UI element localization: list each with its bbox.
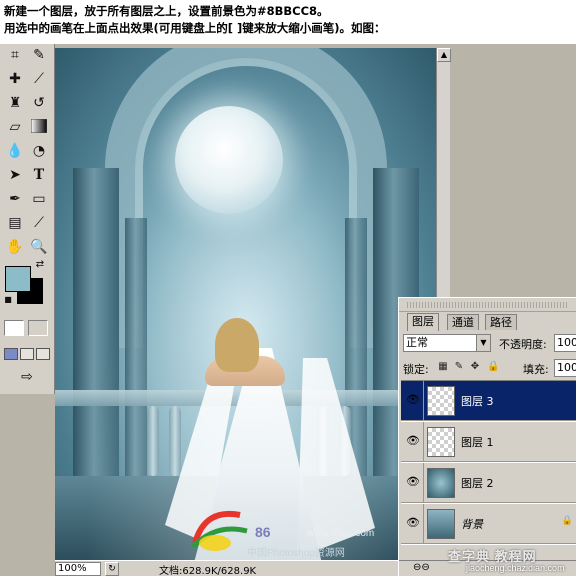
layer-thumbnail: [427, 427, 455, 457]
logo-subtitle: 中国Photoshop资源网: [247, 548, 345, 559]
panel-titlebar[interactable]: [399, 298, 576, 312]
tab-layers[interactable]: 图层: [407, 313, 439, 331]
screen-mode-standard-button[interactable]: [4, 348, 18, 360]
layer-list: 👁 图层 3 👁 图层 1 👁 图层 2 👁 背景 🔒: [401, 380, 576, 545]
layer-name: 图层 3: [461, 395, 494, 408]
eraser-tool-icon[interactable]: ▱: [4, 116, 26, 138]
toolbox: ⌗ ✎ ✚ ⟋ ♜ ↺ ▱ 💧 ◔ ➤ T ✒ ▭ ▤ ⟋ ✋ 🔍 ⇄ ■ ⇨: [0, 44, 55, 394]
notes-tool-icon[interactable]: ▤: [4, 212, 26, 234]
layer-name: 图层 2: [461, 477, 494, 490]
tab-channels[interactable]: 通道: [447, 314, 479, 330]
zoom-field[interactable]: 100%: [55, 562, 101, 576]
lock-all-icon[interactable]: 🔒: [487, 361, 499, 373]
history-brush-tool-icon[interactable]: ↺: [28, 92, 50, 114]
opacity-field[interactable]: 100: [554, 334, 576, 352]
lock-icon: 🔒: [561, 516, 573, 526]
quick-mask-button[interactable]: [28, 320, 48, 336]
layer-name: 图层 1: [461, 436, 494, 449]
lock-position-icon[interactable]: ✥: [469, 361, 481, 373]
eyedropper-tool-icon[interactable]: ⟋: [28, 212, 50, 234]
bride-hair: [215, 318, 259, 372]
clone-stamp-tool-icon[interactable]: ♜: [4, 92, 26, 114]
logo-url: www.86ps.com: [307, 528, 375, 539]
fill-label: 填充:: [523, 363, 549, 376]
shape-tool-icon[interactable]: ▭: [28, 188, 50, 210]
zoom-tool-icon[interactable]: 🔍: [28, 236, 50, 258]
layer-name: 背景: [461, 518, 483, 531]
status-menu-button[interactable]: ↻: [105, 562, 119, 576]
eye-icon[interactable]: 👁: [405, 516, 421, 530]
gradient-swatch-icon: [31, 119, 47, 133]
pen-tool-icon[interactable]: ✒: [4, 188, 26, 210]
default-colors-icon[interactable]: ■: [2, 294, 14, 306]
site-logo-icon: [191, 510, 248, 551]
lock-image-icon[interactable]: ✎: [453, 361, 465, 373]
layer-thumbnail: [427, 468, 455, 498]
eye-icon[interactable]: 👁: [405, 393, 421, 407]
opacity-value: 100: [557, 336, 576, 349]
layer-row[interactable]: 👁 背景 🔒: [401, 504, 576, 544]
dodge-tool-icon[interactable]: ◔: [28, 140, 50, 162]
document-canvas[interactable]: 86 www.86ps.com 中国Photoshop资源网: [55, 48, 436, 560]
status-bar: 100% ↻ 文档:628.9K/628.9K: [55, 560, 435, 576]
link-layers-icon[interactable]: ⊖⊖: [413, 562, 430, 573]
layer-row[interactable]: 👁 图层 3: [401, 381, 576, 421]
blend-mode-select[interactable]: 正常 ▼: [403, 334, 491, 352]
slice-tool-icon[interactable]: ✎: [28, 44, 50, 66]
eye-icon[interactable]: 👁: [405, 434, 421, 448]
blend-mode-value: 正常: [406, 336, 428, 349]
gradient-tool-icon[interactable]: [28, 116, 50, 138]
instruction-text: 新建一个图层，放于所有图层之上，设置前景色为#8BBCC8。 用选中的画笔在上面…: [4, 3, 574, 37]
foreground-color-swatch[interactable]: [5, 266, 31, 292]
blur-tool-icon[interactable]: 💧: [4, 140, 26, 162]
jump-to-imageready-icon[interactable]: ⇨: [10, 366, 44, 388]
fill-field[interactable]: 100: [554, 359, 576, 377]
lock-transparency-icon[interactable]: ▦: [437, 361, 449, 373]
screen-mode-full-button[interactable]: [36, 348, 50, 360]
eye-icon[interactable]: 👁: [405, 475, 421, 489]
watermark-url: jiaocheng.chazidian.com: [466, 563, 565, 573]
type-tool-icon[interactable]: T: [28, 164, 50, 186]
layer-thumbnail: [427, 509, 455, 539]
chevron-down-icon: ▼: [476, 335, 490, 351]
layer-thumbnail: [427, 386, 455, 416]
standard-mode-button[interactable]: [4, 320, 24, 336]
layer-row[interactable]: 👁 图层 2: [401, 463, 576, 503]
logo-number: 86: [255, 524, 271, 540]
screen-mode-full-menu-button[interactable]: [20, 348, 34, 360]
hand-tool-icon[interactable]: ✋: [4, 236, 26, 258]
lock-label: 锁定:: [403, 363, 429, 376]
fill-value: 100: [557, 361, 576, 374]
layers-panel: 图层 通道 路径 正常 ▼ 不透明度: 100 锁定: ▦ ✎ ✥ 🔒 填充: …: [398, 297, 576, 576]
crop-tool-icon[interactable]: ⌗: [4, 44, 26, 66]
brush-tool-icon[interactable]: ⟋: [28, 68, 50, 90]
instruction-line-1: 新建一个图层，放于所有图层之上，设置前景色为#8BBCC8。: [4, 4, 329, 18]
swap-colors-icon[interactable]: ⇄: [33, 258, 47, 272]
tab-paths[interactable]: 路径: [485, 314, 517, 330]
opacity-label: 不透明度:: [499, 338, 547, 351]
scroll-up-arrow-icon[interactable]: ▲: [437, 48, 451, 62]
instruction-line-2: 用选中的画笔在上面点出效果(可用键盘上的[ ]键来放大缩小画笔)。如图：: [4, 21, 386, 35]
healing-brush-tool-icon[interactable]: ✚: [4, 68, 26, 90]
layer-row[interactable]: 👁 图层 1: [401, 422, 576, 462]
path-selection-tool-icon[interactable]: ➤: [4, 164, 26, 186]
document-info: 文档:628.9K/628.9K: [159, 566, 257, 576]
